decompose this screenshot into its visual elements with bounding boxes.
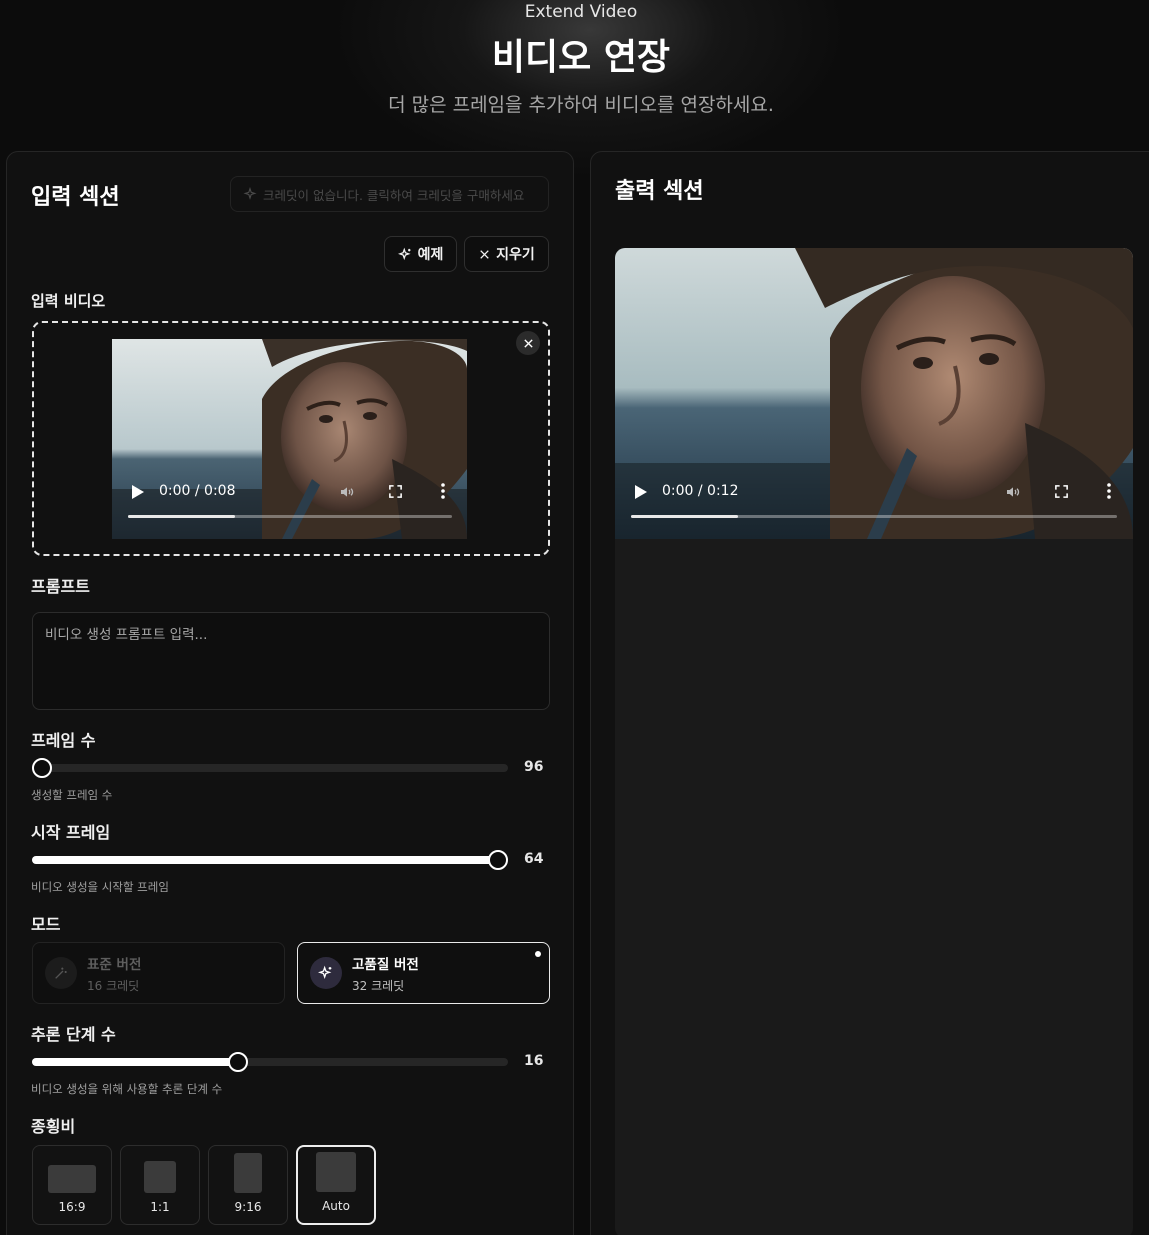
prompt-textarea[interactable]: 비디오 생성 프롬프트 입력... (32, 612, 550, 710)
frames-slider-rail (32, 764, 508, 772)
output-panel: 출력 섹션 0:00 / 0:12 (590, 151, 1149, 1235)
steps-label: 추론 단계 수 (31, 1025, 116, 1044)
frames-hint: 생성할 프레임 수 (31, 788, 113, 802)
wand-icon (45, 957, 77, 989)
input-video-label: 입력 비디오 (31, 292, 106, 310)
steps-hint: 비디오 생성을 위해 사용할 추론 단계 수 (31, 1082, 223, 1096)
selected-indicator (535, 951, 541, 957)
steps-slider-fill (32, 1058, 239, 1066)
sparkle-icon (243, 187, 257, 200)
aspect-option-auto[interactable]: Auto (296, 1145, 376, 1225)
more-options-icon[interactable] (1106, 483, 1112, 499)
steps-value: 16 (524, 1053, 544, 1069)
output-area: 0:00 / 0:12 (615, 248, 1133, 1235)
mode-standard-credits: 16 크레딧 (87, 978, 140, 993)
play-icon[interactable] (132, 485, 144, 499)
credit-notice-text: 크레딧이 없습니다. 클릭하여 크레딧을 구매하세요 (263, 187, 525, 203)
mode-option-standard[interactable]: 표준 버전 16 크레딧 (32, 942, 285, 1004)
aspect-shape (48, 1165, 96, 1193)
credit-notice-button[interactable]: 크레딧이 없습니다. 클릭하여 크레딧을 구매하세요 (230, 176, 549, 212)
video-dropzone[interactable]: 0:00 / 0:08 (32, 321, 550, 556)
aspect-label-9-16: 9:16 (234, 1200, 262, 1214)
clear-button-label: 지우기 (496, 247, 535, 263)
page-title: 비디오 연장 (491, 37, 671, 78)
close-icon (480, 249, 489, 259)
steps-slider[interactable] (32, 1052, 508, 1072)
start-frame-slider-fill (32, 856, 498, 864)
aspect-label-16-9: 16:9 (58, 1200, 86, 1214)
sparkle-icon (397, 247, 411, 260)
example-button[interactable]: 예제 (384, 236, 457, 272)
more-options-icon[interactable] (440, 483, 446, 499)
output-video-player[interactable]: 0:00 / 0:12 (615, 248, 1133, 539)
input-video-progress-fill (128, 515, 235, 518)
input-video-progress[interactable] (128, 515, 452, 518)
page-eyebrow: Extend Video (524, 2, 638, 22)
aspect-shape (316, 1152, 356, 1192)
input-panel: 입력 섹션 크레딧이 없습니다. 클릭하여 크레딧을 구매하세요 예제 지우기 … (6, 151, 574, 1235)
input-section-title: 입력 섹션 (31, 185, 120, 210)
input-video-player[interactable]: 0:00 / 0:08 (112, 339, 467, 539)
prompt-label: 프롬프트 (31, 577, 90, 596)
input-video-time: 0:00 / 0:08 (159, 483, 236, 499)
frames-label: 프레임 수 (31, 731, 96, 750)
example-button-label: 예제 (417, 247, 444, 263)
aspect-option-1-1[interactable]: 1:1 (120, 1145, 200, 1225)
mode-option-high-quality[interactable]: 고품질 버전 32 크레딧 (297, 942, 550, 1004)
volume-icon[interactable] (1005, 484, 1021, 500)
clear-button[interactable]: 지우기 (464, 236, 549, 272)
close-icon (523, 338, 533, 348)
frames-value: 96 (524, 759, 544, 775)
mode-hq-name: 고품질 버전 (352, 956, 419, 973)
fullscreen-icon[interactable] (1054, 484, 1069, 499)
mode-label: 모드 (31, 915, 61, 934)
aspect-label-1-1: 1:1 (150, 1200, 170, 1214)
start-frame-value: 64 (524, 851, 544, 867)
mode-hq-credits: 32 크레딧 (352, 978, 405, 993)
aspect-option-16-9[interactable]: 16:9 (32, 1145, 112, 1225)
mode-standard-name: 표준 버전 (87, 956, 142, 973)
fullscreen-icon[interactable] (388, 484, 403, 499)
input-video-controls: 0:00 / 0:08 (112, 469, 467, 539)
start-frame-slider-thumb[interactable] (488, 850, 508, 870)
remove-video-button[interactable] (516, 331, 540, 355)
sparkle-icon (310, 957, 342, 989)
aspect-label-auto: Auto (322, 1199, 350, 1213)
aspect-shape (234, 1153, 262, 1193)
start-frame-slider[interactable] (32, 850, 508, 870)
play-icon[interactable] (635, 485, 647, 499)
volume-icon[interactable] (339, 484, 355, 500)
frames-slider-thumb[interactable] (32, 758, 52, 778)
start-frame-label: 시작 프레임 (31, 823, 111, 842)
frames-slider[interactable] (32, 758, 508, 778)
output-video-controls: 0:00 / 0:12 (615, 469, 1133, 539)
output-section-title: 출력 섹션 (615, 179, 704, 204)
aspect-label: 종횡비 (31, 1117, 76, 1136)
output-video-progress-fill (631, 515, 738, 518)
aspect-shape (144, 1161, 176, 1193)
start-frame-hint: 비디오 생성을 시작할 프레임 (31, 880, 169, 894)
output-video-progress[interactable] (631, 515, 1117, 518)
output-video-time: 0:00 / 0:12 (662, 483, 739, 499)
steps-slider-thumb[interactable] (228, 1052, 249, 1072)
aspect-option-9-16[interactable]: 9:16 (208, 1145, 288, 1225)
page-subtitle: 더 많은 프레임을 추가하여 비디오를 연장하세요. (388, 94, 774, 116)
